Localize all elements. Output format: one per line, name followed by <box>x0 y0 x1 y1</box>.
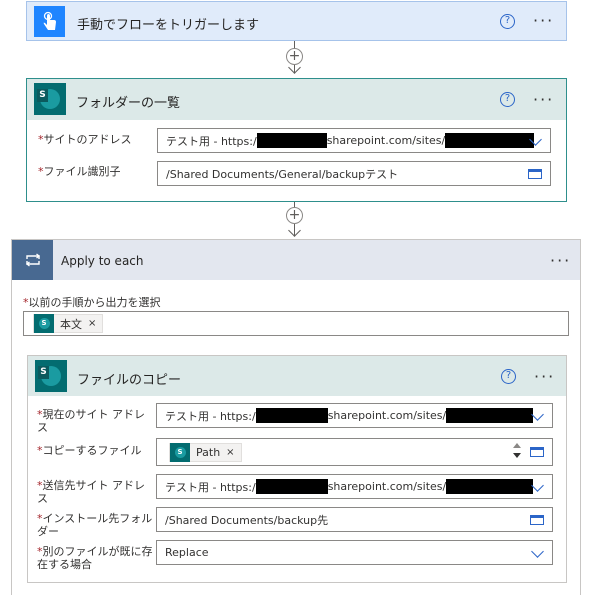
site-address-label: *サイトのアドレス <box>38 133 132 146</box>
apply-to-each-title: Apply to each <box>61 254 144 268</box>
redacted-block <box>446 479 534 494</box>
redacted-block <box>446 408 534 423</box>
if-exists-dropdown[interactable]: Replace <box>156 540 553 565</box>
arrow-down-icon <box>288 224 301 237</box>
scroll-down-icon[interactable] <box>513 453 521 458</box>
chevron-down-icon[interactable] <box>531 545 544 558</box>
site-address-dropdown[interactable]: テスト用 - https:/sharepoint.com/sites/ <box>157 128 551 153</box>
more-options-icon[interactable]: ··· <box>534 369 555 385</box>
trigger-card[interactable]: 手動でフローをトリガーします ? ··· <box>26 1 567 41</box>
trigger-header[interactable]: 手動でフローをトリガーします ? ··· <box>27 2 566 42</box>
destination-folder-label: *インストール先フォル ダー <box>37 512 153 538</box>
trigger-title: 手動でフローをトリガーします <box>77 18 260 33</box>
folder-icon[interactable] <box>528 169 542 179</box>
more-options-icon[interactable]: ··· <box>550 253 571 269</box>
remove-token-icon[interactable]: × <box>226 447 234 458</box>
loop-icon <box>12 240 53 280</box>
body-token[interactable]: S 本文 × <box>33 314 104 333</box>
help-icon[interactable]: ? <box>501 369 516 384</box>
redacted-block <box>256 133 327 148</box>
remove-token-icon[interactable]: × <box>88 318 96 329</box>
file-to-copy-input[interactable]: S Path × <box>156 438 553 466</box>
destination-site-label: *送信先サイト アドレス <box>37 479 145 505</box>
redacted-block <box>255 479 328 494</box>
current-site-label: *現在のサイト アドレス <box>37 408 145 434</box>
more-options-icon[interactable]: ··· <box>533 13 554 29</box>
destination-site-dropdown[interactable]: テスト用 - https:/sharepoint.com/sites/ <box>156 474 553 499</box>
copy-file-card[interactable]: S ファイルのコピー ? ··· *現在のサイト アドレス テスト用 - htt… <box>27 355 567 583</box>
current-site-dropdown[interactable]: テスト用 - https:/sharepoint.com/sites/ <box>156 403 553 428</box>
list-folder-header[interactable]: S フォルダーの一覧 ? ··· <box>27 79 566 120</box>
apply-to-each-card[interactable]: Apply to each ··· *以前の手順から出力を選択 S 本文 × S… <box>11 239 581 595</box>
select-output-input[interactable]: S 本文 × <box>23 311 569 336</box>
path-token[interactable]: S Path × <box>169 442 242 462</box>
file-identifier-input[interactable]: /Shared Documents/General/backupテスト <box>157 161 551 186</box>
list-folder-title: フォルダーの一覧 <box>76 96 181 111</box>
list-folder-card[interactable]: S フォルダーの一覧 ? ··· *サイトのアドレス テスト用 - https:… <box>26 78 567 202</box>
select-output-label: *以前の手順から出力を選択 <box>23 296 161 309</box>
sharepoint-icon: S <box>34 83 66 115</box>
sharepoint-icon: S <box>170 442 190 462</box>
redacted-block <box>255 408 328 423</box>
scroll-up-icon[interactable] <box>513 443 521 448</box>
help-icon[interactable]: ? <box>500 14 515 29</box>
stepper-scroll[interactable] <box>512 442 522 462</box>
redacted-block <box>445 133 535 148</box>
more-options-icon[interactable]: ··· <box>533 92 554 108</box>
help-icon[interactable]: ? <box>500 92 515 107</box>
file-to-copy-label: *コピーするファイル <box>37 444 142 457</box>
copy-file-title: ファイルのコピー <box>77 373 182 388</box>
destination-folder-input[interactable]: /Shared Documents/backup先 <box>156 507 553 532</box>
add-step-button[interactable]: + <box>286 207 303 224</box>
folder-icon[interactable] <box>530 447 544 457</box>
sharepoint-icon: S <box>35 360 67 392</box>
file-identifier-label: *ファイル識別子 <box>38 165 121 178</box>
folder-icon[interactable] <box>530 515 544 525</box>
touch-trigger-icon <box>34 6 65 37</box>
copy-file-header[interactable]: S ファイルのコピー ? ··· <box>28 356 566 396</box>
apply-to-each-header[interactable]: Apply to each ··· <box>12 240 580 280</box>
if-exists-label: *別のファイルが既に存 在する場合 <box>37 545 153 571</box>
sharepoint-icon: S <box>34 314 54 333</box>
